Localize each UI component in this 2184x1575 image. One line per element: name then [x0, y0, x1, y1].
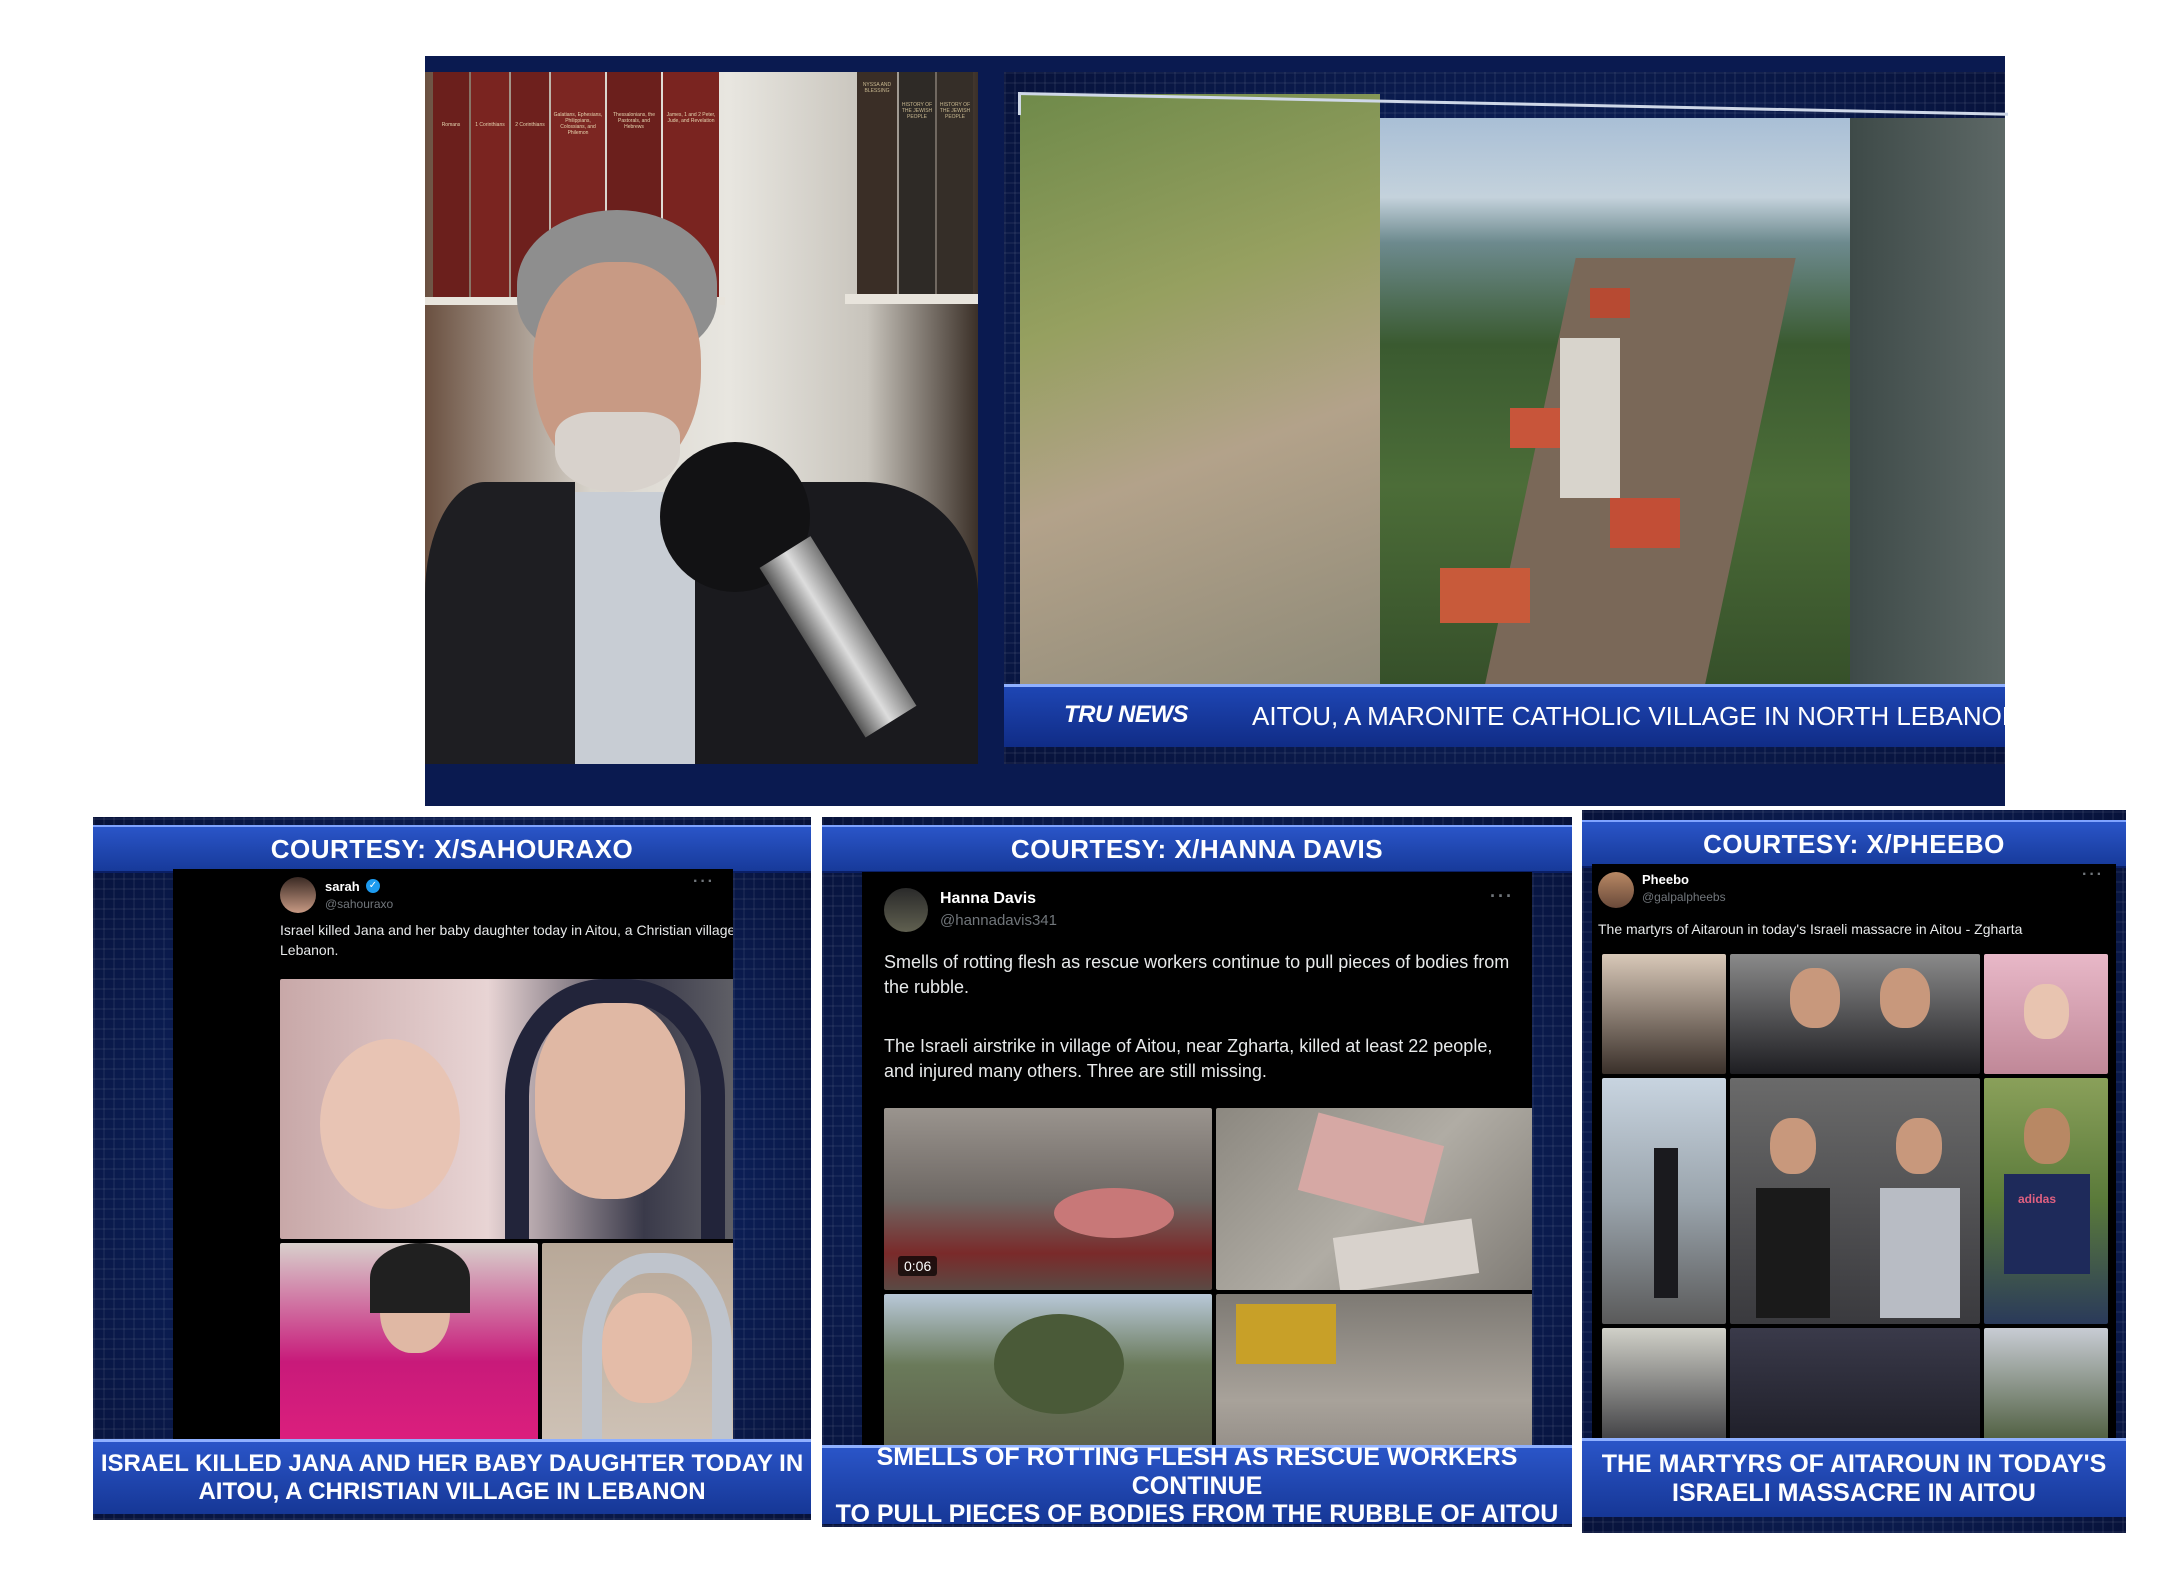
avatar[interactable] — [884, 888, 928, 932]
excavator — [1236, 1304, 1336, 1364]
lower-third-top: TRU NEWS AITOU, A MARONITE CATHOLIC VILL… — [1004, 684, 2021, 747]
hijab — [582, 1253, 732, 1459]
trunews-logo: TRU NEWS — [1064, 701, 1189, 728]
microphone — [660, 442, 917, 742]
tshirt: adidas — [2004, 1174, 2090, 1274]
martyr-photo-3[interactable] — [1984, 954, 2108, 1074]
photo-fragment — [1297, 1112, 1445, 1224]
top-caption: AITOU, A MARONITE CATHOLIC VILLAGE IN NO… — [1252, 701, 2021, 731]
martyr-photo-9[interactable] — [1984, 1328, 2108, 1446]
tweet-card[interactable]: Hanna Davis @hannadavis341 ··· Smells of… — [862, 872, 1532, 1472]
red-roof-3 — [1610, 498, 1680, 548]
martyr-photo-5[interactable] — [1730, 1078, 1980, 1324]
martyr-photo-8[interactable] — [1730, 1328, 1980, 1446]
person-standing — [1654, 1148, 1678, 1298]
red-roof-4 — [1440, 568, 1530, 623]
tweet-text: The martyrs of Aitaroun in today's Israe… — [1598, 921, 2023, 937]
martyr-photo-7[interactable] — [1602, 1328, 1726, 1446]
verified-badge-icon: ✓ — [366, 879, 380, 893]
martyr-photo-6[interactable]: adidas — [1984, 1078, 2108, 1324]
village-photo — [1380, 118, 1850, 684]
avatar[interactable] — [280, 877, 316, 913]
tweet-text: Smells of rotting flesh as rescue worker… — [884, 952, 1510, 998]
tweet-author-handle[interactable]: @galpalpheebs — [1642, 890, 1726, 904]
tweet-author-name[interactable]: Hanna Davis — [940, 890, 1036, 908]
lower-third-caption: SMELLS OF ROTTING FLESH AS RESCUE WORKER… — [822, 1443, 1572, 1528]
courtesy-banner: COURTESY: X/HANNA DAVIS — [822, 825, 1572, 873]
story-panel-top: TRU NEWS AITOU, A MARONITE CATHOLIC VILL… — [1004, 72, 2021, 764]
story-panel-hanna-davis: COURTESY: X/HANNA DAVIS Hanna Davis @han… — [822, 817, 1572, 1528]
baby-face — [320, 1039, 460, 1209]
person-face — [1770, 1118, 1816, 1174]
blurred-image-left — [1020, 94, 1380, 684]
tweet-author-handle[interactable]: @hannadavis341 — [940, 912, 1057, 929]
tweet-text: Israel killed Jana and her baby daughter… — [280, 922, 733, 958]
photo-fragment — [1332, 1218, 1480, 1290]
person-face — [1880, 968, 1930, 1028]
lower-third-caption: THE MARTYRS OF AITAROUN IN TODAY'S ISRAE… — [1582, 1438, 2126, 1517]
tweet-author-handle[interactable]: @sahouraxo — [325, 897, 393, 911]
sandal — [1054, 1188, 1174, 1238]
tweet-photo-3[interactable] — [542, 1243, 733, 1459]
red-roof-1 — [1590, 288, 1630, 318]
martyr-photo-1[interactable] — [1602, 954, 1726, 1074]
tank-top — [1756, 1188, 1830, 1318]
tweet-video-thumb[interactable]: 0:06 — [884, 1108, 1212, 1290]
hijab — [370, 1243, 470, 1313]
video-timestamp: 0:06 — [898, 1256, 938, 1276]
person-face — [2024, 1108, 2070, 1164]
courtesy-banner: COURTESY: X/SAHOURAXO — [93, 825, 811, 873]
person-face — [2024, 984, 2069, 1039]
blurred-image-right — [1850, 118, 2005, 684]
tweet-photo-2[interactable] — [1216, 1108, 1532, 1290]
tweet-photo-main[interactable] — [280, 979, 733, 1239]
village-ridge — [1484, 258, 1796, 684]
more-dots-icon[interactable]: ··· — [2082, 866, 2104, 884]
tweet-author-name[interactable]: sarah — [325, 879, 360, 894]
courtesy-banner: COURTESY: X/PHEEBO — [1582, 820, 2126, 868]
story-panel-sahouraxo: COURTESY: X/SAHOURAXO sarah ✓ @sahouraxo… — [93, 817, 811, 1520]
tweet-photo-2[interactable] — [280, 1243, 538, 1459]
person-face — [1896, 1118, 1942, 1174]
tweet-card[interactable]: sarah ✓ @sahouraxo ··· Israel killed Jan… — [173, 869, 733, 1459]
host-video-panel: Romans 1 Corinthians 2 Corinthians Galat… — [425, 72, 978, 764]
tweet-author-name[interactable]: Pheebo — [1642, 872, 1689, 887]
tweet-card[interactable]: Pheebo @galpalpheebs ··· The martyrs of … — [1592, 864, 2116, 1454]
martyr-photo-4[interactable] — [1602, 1078, 1726, 1324]
tweet-text: The Israeli airstrike in village of Aito… — [884, 1036, 1493, 1082]
story-panel-pheebo: COURTESY: X/PHEEBO Pheebo @galpalpheebs … — [1582, 810, 2126, 1533]
avatar[interactable] — [1598, 872, 1634, 908]
tree — [994, 1314, 1124, 1414]
person-face — [1790, 968, 1840, 1028]
more-dots-icon[interactable]: ··· — [693, 873, 715, 891]
tank-top — [1880, 1188, 1960, 1318]
white-houses — [1560, 338, 1620, 498]
host-jacket-left — [425, 482, 575, 764]
shirt-logo: adidas — [2018, 1192, 2057, 1206]
martyr-photo-2[interactable] — [1730, 954, 1980, 1074]
lower-third-caption: ISRAEL KILLED JANA AND HER BABY DAUGHTER… — [93, 1439, 811, 1514]
hijab — [505, 979, 725, 1239]
more-dots-icon[interactable]: ··· — [1490, 886, 1514, 907]
